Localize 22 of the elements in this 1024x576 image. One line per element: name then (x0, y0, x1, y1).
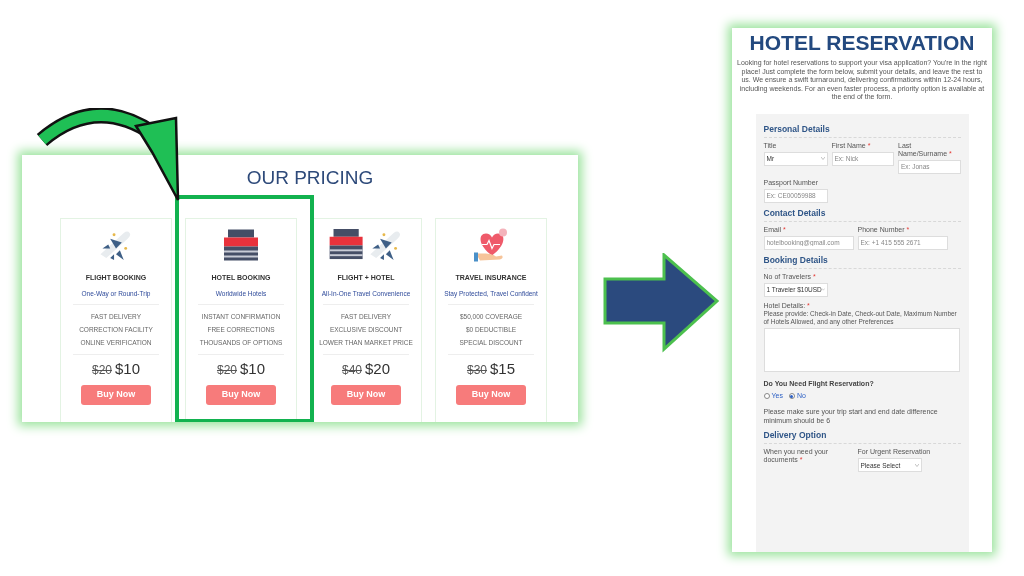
plan-price: $10 (240, 359, 266, 380)
heart-in-hand-icon (474, 228, 508, 262)
plan-price: $10 (115, 359, 141, 380)
caret-icon (914, 463, 919, 467)
plan-price: $20 (365, 359, 391, 380)
caret-icon (820, 157, 825, 161)
page-title: HOTEL RESERVATION (749, 31, 975, 55)
old-price: $20 (216, 362, 237, 380)
old-price: $20 (91, 362, 112, 380)
section-heading: Contact Details (763, 207, 827, 218)
airplane-icon (99, 229, 133, 261)
old-price: $30 (466, 362, 487, 380)
hotel-details-field[interactable] (763, 327, 960, 372)
plan-price: $15 (490, 359, 516, 380)
bed-and-airplane-icon (329, 229, 403, 261)
bed-icon (224, 229, 258, 261)
right-arrow-icon (602, 253, 720, 353)
section-heading: Personal Details (763, 123, 831, 134)
old-price: $40 (341, 362, 362, 380)
section-title: OUR PRICING (245, 167, 374, 189)
section-heading: Delivery Option (763, 430, 828, 441)
section-heading: Booking Details (763, 254, 829, 265)
